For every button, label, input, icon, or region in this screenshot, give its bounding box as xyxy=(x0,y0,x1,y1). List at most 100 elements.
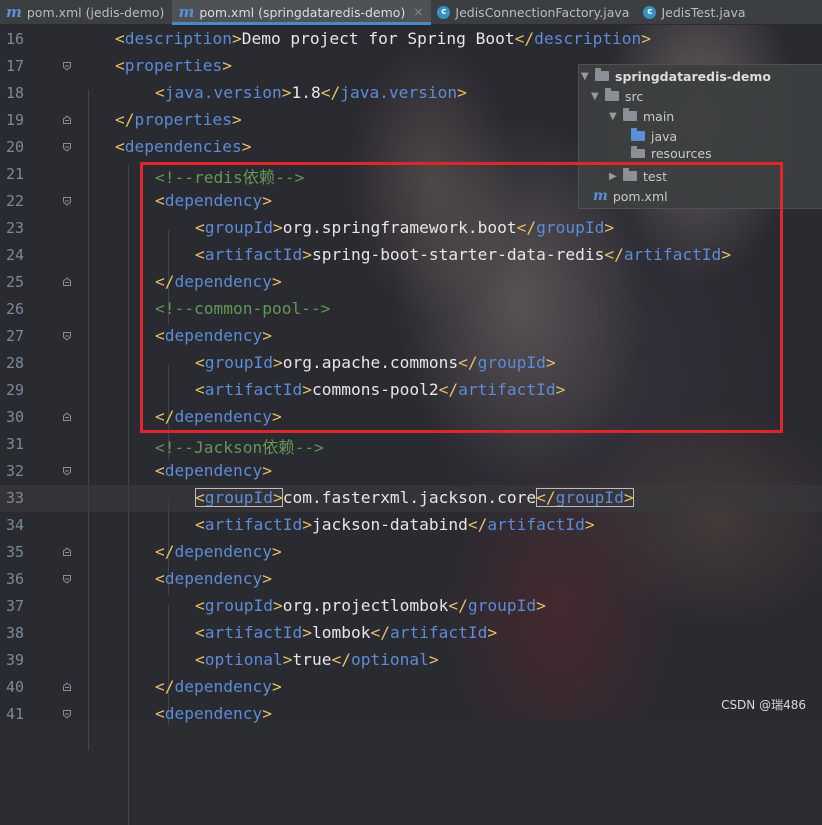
line-number: 36 xyxy=(5,570,24,588)
module-folder-icon xyxy=(595,68,609,81)
code-text: </properties> xyxy=(115,110,242,129)
tree-node-java[interactable]: java xyxy=(579,126,677,146)
code-text: <groupId>com.fasterxml.jackson.core</gro… xyxy=(195,488,634,507)
line-number: 41 xyxy=(5,705,24,723)
tree-label-src: src xyxy=(625,88,644,104)
chevron-down-icon[interactable]: ▼ xyxy=(591,91,601,102)
code-text: <!--Jackson依赖--> xyxy=(155,438,324,457)
folder-icon xyxy=(605,88,619,101)
code-text: </dependency> xyxy=(155,677,282,696)
fold-close-icon[interactable] xyxy=(62,412,72,422)
maven-icon: m xyxy=(178,3,195,21)
line-number: 35 xyxy=(5,543,24,561)
code-text: </dependency> xyxy=(155,542,282,561)
line-number: 32 xyxy=(5,462,24,480)
line-number: 31 xyxy=(5,435,24,453)
line-number: 29 xyxy=(5,381,24,399)
code-line[interactable]: 37 <groupId>org.projectlombok</groupId> xyxy=(0,593,822,620)
line-number: 39 xyxy=(5,651,24,669)
fold-open-icon[interactable] xyxy=(62,574,72,584)
resources-folder-icon xyxy=(631,146,645,158)
fold-open-icon[interactable] xyxy=(62,709,72,719)
tab-label: pom.xml (jedis-demo) xyxy=(26,4,165,20)
tab-jedisconnectionfactory[interactable]: c JedisConnectionFactory.java xyxy=(431,0,637,24)
code-line[interactable]: 41 <dependency> xyxy=(0,701,822,728)
fold-close-icon[interactable] xyxy=(62,547,72,557)
code-line[interactable]: 38 <artifactId>lombok</artifactId> xyxy=(0,620,822,647)
code-text: <dependency> xyxy=(155,569,272,588)
line-number: 19 xyxy=(5,111,24,129)
code-text: <properties> xyxy=(115,56,232,75)
code-line[interactable]: 33 <groupId>com.fasterxml.jackson.core</g… xyxy=(0,485,822,512)
line-number: 21 xyxy=(5,165,24,183)
line-number: 33 xyxy=(5,489,24,507)
code-line[interactable]: 35 </dependency> xyxy=(0,539,822,566)
line-number: 25 xyxy=(5,273,24,291)
code-text: <dependency> xyxy=(155,704,272,723)
line-number: 18 xyxy=(5,84,24,102)
fold-open-icon[interactable] xyxy=(62,61,72,71)
maven-icon: m xyxy=(6,3,22,21)
line-number: 23 xyxy=(5,219,24,237)
tab-label: JedisTest.java xyxy=(661,4,746,20)
line-number: 40 xyxy=(5,678,24,696)
line-number: 28 xyxy=(5,354,24,372)
line-number: 20 xyxy=(5,138,24,156)
editor-tab-bar: m pom.xml (jedis-demo) m pom.xml (spring… xyxy=(0,0,822,25)
tree-node-root[interactable]: ▼ springdataredis-demo xyxy=(581,66,771,86)
code-line[interactable]: 16 <description>Demo project for Spring B… xyxy=(0,26,822,53)
code-text: <groupId>org.projectlombok</groupId> xyxy=(195,596,546,615)
class-icon: c xyxy=(643,5,657,19)
highlight-box xyxy=(140,162,783,433)
line-number: 16 xyxy=(5,30,24,48)
code-text: <java.version>1.8</java.version> xyxy=(155,83,467,102)
code-line[interactable]: 34 <artifactId>jackson-databind</artifact… xyxy=(0,512,822,539)
fold-close-icon[interactable] xyxy=(62,115,72,125)
class-icon: c xyxy=(437,5,451,19)
close-icon[interactable]: × xyxy=(413,5,423,19)
code-line[interactable]: 32 <dependency> xyxy=(0,458,822,485)
line-number: 26 xyxy=(5,300,24,318)
fold-close-icon[interactable] xyxy=(62,277,72,287)
code-line[interactable]: 36 <dependency> xyxy=(0,566,822,593)
tree-node-resources[interactable]: resources xyxy=(579,146,712,158)
chevron-down-icon[interactable]: ▼ xyxy=(581,71,591,82)
tree-label-java: java xyxy=(651,128,678,144)
line-number: 24 xyxy=(5,246,24,264)
line-number: 34 xyxy=(5,516,24,534)
tab-pom-jedis-demo[interactable]: m pom.xml (jedis-demo) xyxy=(0,0,172,24)
source-folder-icon xyxy=(631,128,645,141)
fold-close-icon[interactable] xyxy=(62,682,72,692)
code-line[interactable]: 39 <optional>true</optional> xyxy=(0,647,822,674)
code-text: <description>Demo project for Spring Boo… xyxy=(115,29,652,48)
tab-jedistest[interactable]: c JedisTest.java xyxy=(637,0,753,24)
line-number: 27 xyxy=(5,327,24,345)
line-number: 17 xyxy=(5,57,24,75)
code-text: <artifactId>jackson-databind</artifactId… xyxy=(195,515,595,534)
code-text: <dependency> xyxy=(155,461,272,480)
line-number: 22 xyxy=(5,192,24,210)
tab-label: pom.xml (springdataredis-demo) xyxy=(199,4,406,20)
tab-label: JedisConnectionFactory.java xyxy=(455,4,630,20)
tree-label-main: main xyxy=(643,108,675,124)
line-number: 38 xyxy=(5,624,24,642)
chevron-down-icon[interactable]: ▼ xyxy=(609,111,619,122)
code-text: <artifactId>lombok</artifactId> xyxy=(195,623,498,642)
fold-open-icon[interactable] xyxy=(62,196,72,206)
code-text: <optional>true</optional> xyxy=(195,650,439,669)
watermark: CSDN @瑞486 xyxy=(721,698,806,712)
code-line[interactable]: 31 <!--Jackson依赖--> xyxy=(0,431,822,458)
tree-node-main[interactable]: ▼ main xyxy=(579,106,674,126)
tree-label-root: springdataredis-demo xyxy=(615,68,772,84)
fold-open-icon[interactable] xyxy=(62,331,72,341)
folder-icon xyxy=(623,108,637,121)
tab-pom-springdataredis-demo[interactable]: m pom.xml (springdataredis-demo) × xyxy=(172,0,432,25)
code-line[interactable]: 40 </dependency> xyxy=(0,674,822,701)
code-text: <dependencies> xyxy=(115,137,252,156)
line-number: 30 xyxy=(5,408,24,426)
fold-open-icon[interactable] xyxy=(62,466,72,476)
tree-node-src[interactable]: ▼ src xyxy=(579,86,643,106)
fold-open-icon[interactable] xyxy=(62,142,72,152)
line-number: 37 xyxy=(5,597,24,615)
tree-label-resources: resources xyxy=(651,146,712,158)
